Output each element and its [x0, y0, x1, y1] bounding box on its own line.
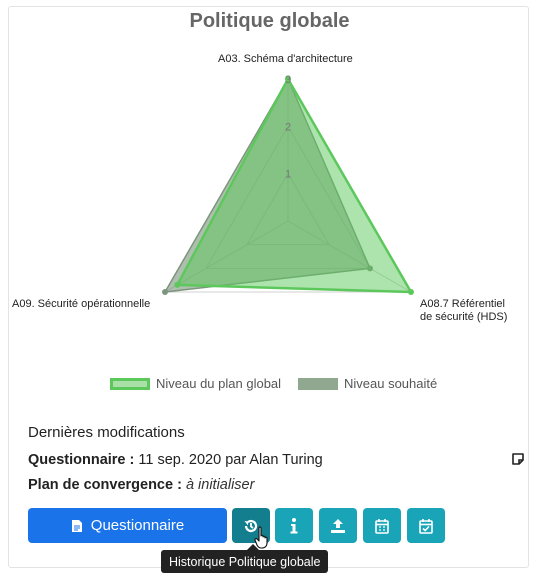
series-point-0-2: [174, 281, 181, 288]
legend-swatch-plan-global: [110, 377, 150, 390]
questionnaire-label: Questionnaire :: [28, 452, 135, 468]
legend-item-plan-global[interactable]: Niveau du plan global: [110, 376, 281, 391]
radar-series: [162, 76, 414, 295]
legend-label-plan-global: Niveau du plan global: [156, 376, 282, 391]
tick-label: 2: [285, 121, 291, 133]
legend-swatch-souhaite: [298, 377, 338, 390]
questionnaire-button-label: Questionnaire: [90, 517, 185, 534]
legend-item-souhaite[interactable]: Niveau souhaité: [298, 376, 437, 391]
calendar-button[interactable]: [363, 508, 401, 543]
file-text-icon: [71, 519, 82, 532]
questionnaire-line: Questionnaire : 11 sep. 2020 par Alan Tu…: [28, 452, 323, 468]
plan-line: Plan de convergence : à initialiser: [28, 477, 254, 493]
questionnaire-button[interactable]: Questionnaire: [28, 508, 227, 543]
upload-icon: [331, 518, 345, 533]
questionnaire-value: 11 sep. 2020 par Alan Turing: [138, 452, 323, 468]
calendar-icon: [375, 518, 389, 534]
legend-label-souhaite: Niveau souhaité: [344, 376, 438, 391]
upload-button[interactable]: [319, 508, 357, 543]
sticky-note-icon[interactable]: [511, 452, 525, 466]
plan-value: à initialiser: [185, 477, 255, 493]
tick-label: 3: [285, 74, 291, 86]
series-point-0-1: [407, 289, 414, 295]
info-button[interactable]: [275, 508, 313, 543]
calendar-check-icon: [419, 518, 433, 534]
axis-label-a087: A08.7 Référentiel de sécurité (HDS): [420, 298, 508, 323]
plan-label: Plan de convergence :: [28, 477, 182, 493]
calendar-check-button[interactable]: [407, 508, 445, 543]
axis-label-a03: A03. Schéma d'architecture: [218, 53, 353, 65]
tick-label: 1: [285, 169, 291, 181]
series-area-0: [176, 77, 413, 294]
axis-label-a09: A09. Sécurité opérationnelle: [12, 298, 151, 310]
history-tooltip: Historique Politique globale: [161, 550, 329, 573]
series-point-1-2: [162, 289, 169, 295]
section-title: Dernières modifications: [28, 424, 185, 441]
hand-cursor-icon: [254, 526, 268, 549]
info-icon: [290, 517, 298, 533]
